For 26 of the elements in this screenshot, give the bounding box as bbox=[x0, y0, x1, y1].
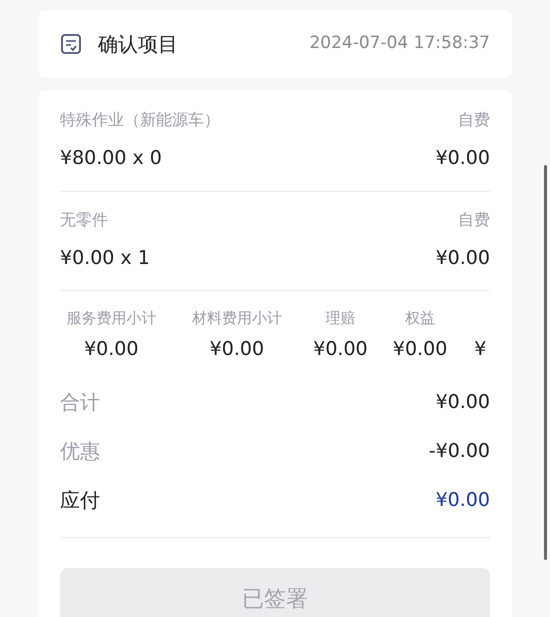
summary-label: 权益 bbox=[405, 308, 436, 329]
payment-type: 自费 bbox=[458, 208, 490, 230]
item-name: 特殊作业（新能源车） bbox=[60, 109, 220, 131]
summary-label: 理赔 bbox=[325, 308, 356, 329]
item-price: ¥80.00 x 0 bbox=[60, 146, 162, 171]
summary-label: 材料费用小计 bbox=[192, 308, 282, 329]
header-title: 确认项目 bbox=[98, 31, 178, 58]
summary-value: ¥0.00 bbox=[84, 337, 138, 362]
summary-value: ¥0.00 bbox=[210, 337, 264, 362]
total-label: 应付 bbox=[60, 487, 100, 514]
item-amount: ¥0.00 bbox=[436, 246, 490, 270]
total-value: ¥0.00 bbox=[436, 488, 490, 513]
checklist-icon bbox=[60, 33, 82, 55]
summary-value: ¥0.00 bbox=[392, 337, 448, 362]
summary-label: 服务费用小计 bbox=[66, 308, 156, 329]
item-price: ¥0.00 x 1 bbox=[60, 246, 150, 270]
summary-value: ¥ bbox=[474, 337, 486, 362]
total-value: -¥0.00 bbox=[428, 438, 490, 464]
total-label: 优惠 bbox=[60, 438, 100, 465]
header-datetime: 2024-07-04 17:58:37 bbox=[309, 32, 490, 56]
item-amount: ¥0.00 bbox=[436, 146, 490, 171]
total-label: 合计 bbox=[60, 389, 100, 416]
total-value: ¥0.00 bbox=[436, 390, 490, 415]
payment-type: 自费 bbox=[458, 109, 490, 131]
item-name: 无零件 bbox=[60, 208, 108, 230]
summary-value: ¥0.00 bbox=[313, 337, 368, 362]
